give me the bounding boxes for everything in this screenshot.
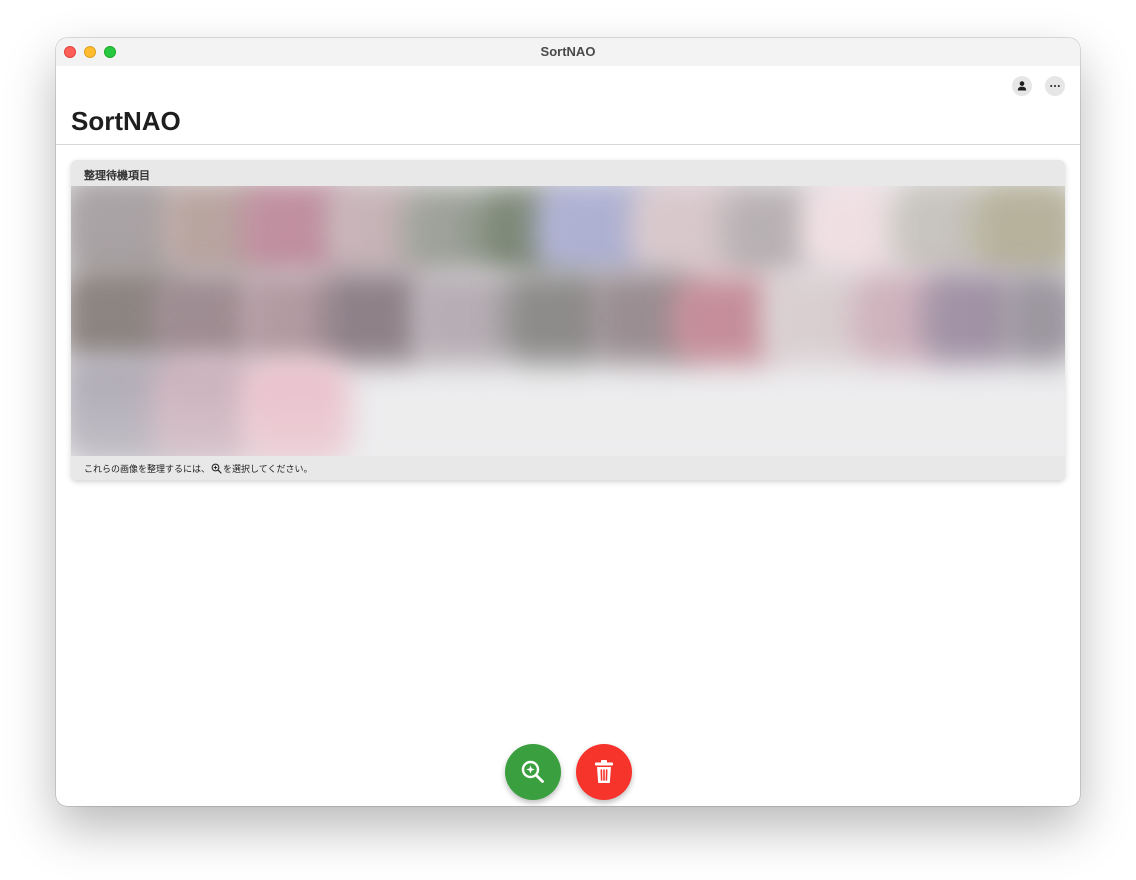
title-bar: SortNAO bbox=[56, 38, 1080, 66]
organize-button[interactable] bbox=[505, 744, 561, 800]
footer-hint-prefix: これらの画像を整理するには、 bbox=[84, 464, 211, 474]
card-header: 整理待機項目 bbox=[71, 160, 1065, 186]
page-title: SortNAO bbox=[71, 106, 181, 136]
pending-items-card: 整理待機項目 これらの画像を整理するには、 を選択してください。 bbox=[71, 160, 1065, 480]
app-window: SortNAO SortNAO 整理待機項目 これらの画像を整理するには、 を選… bbox=[56, 38, 1080, 806]
header-divider bbox=[56, 144, 1080, 145]
trash-icon bbox=[595, 760, 613, 783]
more-horizontal-icon bbox=[1050, 85, 1060, 87]
card-footer-hint: これらの画像を整理するには、 を選択してください。 bbox=[84, 462, 312, 475]
zoom-in-icon bbox=[211, 463, 222, 474]
more-button[interactable] bbox=[1045, 76, 1065, 96]
gallery-fade-overlay bbox=[71, 186, 1065, 456]
account-button[interactable] bbox=[1012, 76, 1032, 96]
person-icon bbox=[1017, 81, 1027, 91]
delete-button[interactable] bbox=[576, 744, 632, 800]
footer-hint-suffix: を選択してください。 bbox=[223, 464, 313, 474]
zoom-in-icon bbox=[521, 760, 544, 783]
card-footer: これらの画像を整理するには、 を選択してください。 bbox=[71, 456, 1065, 480]
card-title: 整理待機項目 bbox=[84, 170, 150, 182]
pending-image-gallery[interactable] bbox=[71, 186, 1065, 456]
window-title: SortNAO bbox=[540, 44, 596, 59]
